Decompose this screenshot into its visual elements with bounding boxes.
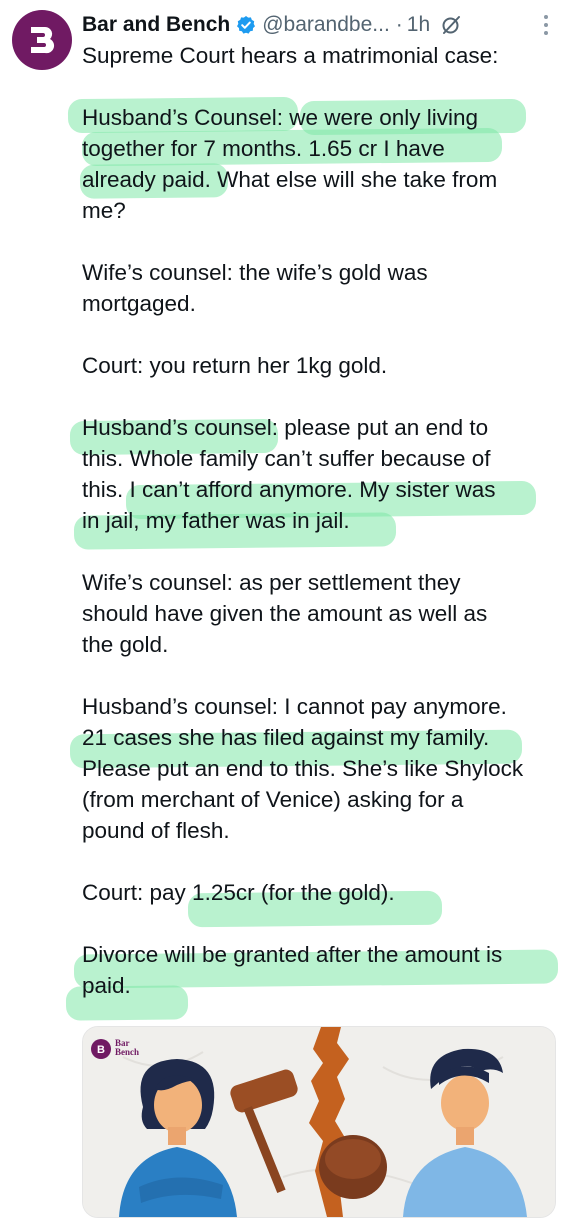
- tweet-line: Please put an end to this. She’s like Sh…: [82, 756, 524, 781]
- tweet-line: the gold.: [82, 632, 169, 657]
- avatar[interactable]: [12, 10, 72, 70]
- tweet-text: Supreme Court hears a matrimonial case: H…: [82, 40, 568, 1001]
- tweet-line: Husband’s counsel: I cannot pay anymore.: [82, 694, 507, 719]
- tweet-line: (from merchant of Venice) asking for a: [82, 787, 464, 812]
- card-logo-glyph: B: [97, 1044, 105, 1056]
- tweet-line: Court: you return her 1kg gold.: [82, 353, 388, 378]
- tweet-line: 21 cases she has filed against my family…: [82, 725, 490, 750]
- tweet-line: this. Whole family can’t suffer because …: [82, 446, 491, 471]
- tweet-line: in jail, my father was in jail.: [82, 508, 350, 533]
- tweet-line: this. I can’t afford anymore. My sister …: [82, 477, 496, 502]
- tweet-line: me?: [82, 198, 126, 223]
- tweet-time[interactable]: 1h: [407, 13, 430, 37]
- tweet-line: Wife’s counsel: as per settlement they: [82, 570, 461, 595]
- tweet-line: mortgaged.: [82, 291, 196, 316]
- tweet-line: should have given the amount as well as: [82, 601, 488, 626]
- tweet-header: Bar and Bench @barandbe... · 1h: [82, 8, 562, 42]
- card-logo-line2: Bench: [115, 1047, 139, 1057]
- tweet-line: already paid. What else will she take fr…: [82, 167, 498, 192]
- media-card-image[interactable]: B Bar Bench: [82, 1026, 556, 1218]
- author-handle[interactable]: @barandbe...: [262, 13, 390, 37]
- tweet-line: Husband’s counsel: please put an end to: [82, 415, 489, 440]
- tweet-line: Divorce will be granted after the amount…: [82, 942, 503, 967]
- tweet-line: together for 7 months. 1.65 cr I have: [82, 136, 445, 161]
- tweet-line: Husband’s Counsel: we were only living: [82, 105, 479, 130]
- more-options-icon[interactable]: [536, 10, 556, 40]
- tweet-line: Court: pay 1.25cr (for the gold).: [82, 880, 395, 905]
- bar-and-bench-logo-icon: [31, 26, 55, 54]
- verified-badge-icon[interactable]: [236, 15, 256, 35]
- tweet-line: paid.: [82, 973, 131, 998]
- tweet-line: Wife’s counsel: the wife’s gold was: [82, 260, 428, 285]
- grok-icon[interactable]: [440, 14, 462, 36]
- header-separator: ·: [395, 13, 403, 36]
- author-name[interactable]: Bar and Bench: [82, 13, 230, 37]
- tweet-line: Supreme Court hears a matrimonial case:: [82, 43, 499, 68]
- tweet-line: pound of flesh.: [82, 818, 230, 843]
